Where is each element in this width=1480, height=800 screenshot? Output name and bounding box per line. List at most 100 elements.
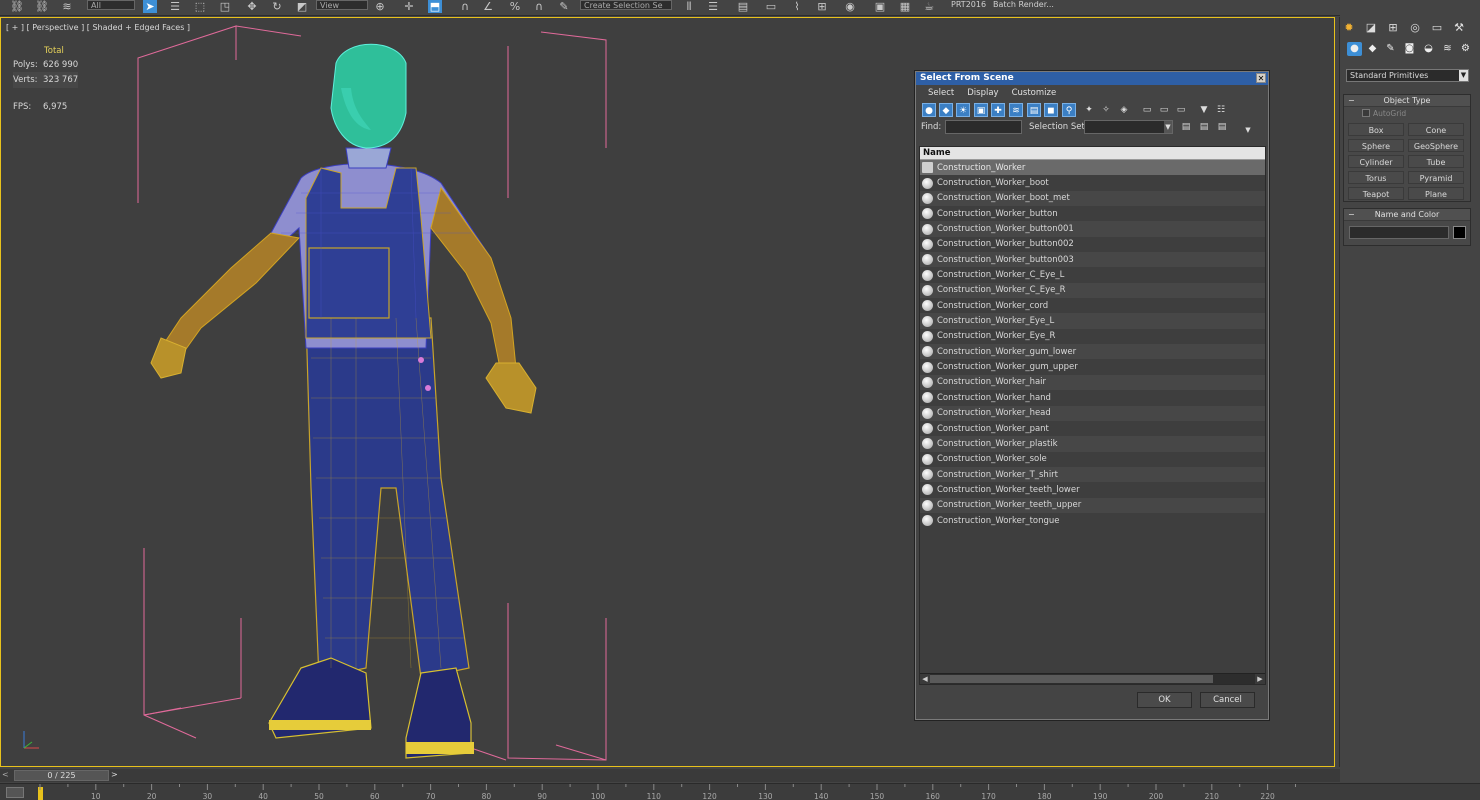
cone-button[interactable]: Cone [1408,123,1464,136]
list-item[interactable]: Construction_Worker_C_Eye_L [920,267,1265,282]
keyboard-shortcut-override-icon[interactable]: ⬒ [428,0,442,13]
helpers-category-icon[interactable]: ◒ [1421,42,1436,56]
tube-button[interactable]: Tube [1408,155,1464,168]
modify-tab-icon[interactable]: ◪ [1364,21,1378,35]
list-item[interactable]: Construction_Worker_teeth_upper [920,497,1265,513]
display-helpers-icon[interactable]: ✚ [991,103,1005,117]
list-item[interactable]: Construction_Worker_boot_met [920,190,1265,207]
object-name-field[interactable] [1349,226,1449,239]
torus-button[interactable]: Torus [1348,171,1404,184]
scroll-left-icon[interactable]: ◀ [920,674,930,684]
name-and-color-header[interactable]: − Name and Color [1344,209,1470,221]
track-bar[interactable]: 10 20 30 40 50 60 70 80 90 100 110 120 130 140 150 160 1… [0,783,1340,800]
list-item[interactable]: Construction_Worker_T_shirt [920,466,1265,483]
list-item[interactable]: Construction_Worker_teeth_lower [920,482,1265,497]
display-containers-icon[interactable]: ✦ [1082,103,1096,117]
display-cameras-icon[interactable]: ▣ [974,103,988,117]
viewport-label[interactable]: [ + ] [ Perspective ] [ Shaded + Edged F… [6,23,190,32]
create-selection-set-icon[interactable]: ▤ [1179,120,1193,134]
list-item[interactable]: Construction_Worker_C_Eye_R [920,282,1265,299]
list-item[interactable]: Construction_Worker_button [920,206,1265,221]
mirror-icon[interactable]: ⫴ [682,0,696,13]
viewport-menu-plus[interactable]: [ + ] [6,23,24,32]
rectangular-selection-icon[interactable]: ⬚ [193,0,207,13]
geometry-category-icon[interactable]: ● [1347,42,1362,56]
display-tab-icon[interactable]: ▭ [1430,21,1444,35]
display-xrefs-icon[interactable]: ◼ [1044,103,1058,117]
list-item[interactable]: Construction_Worker_button002 [920,237,1265,252]
list-item[interactable]: Construction_Worker [920,160,1265,176]
teapot-button[interactable]: Teapot [1348,187,1404,200]
plane-button[interactable]: Plane [1408,187,1464,200]
list-item[interactable]: Construction_Worker_tongue [920,513,1265,528]
reference-coordinate-combo[interactable]: View [316,0,368,10]
batch-render-label[interactable]: Batch Render... [993,0,1054,10]
cancel-button[interactable]: Cancel [1200,692,1255,708]
render-setup-icon[interactable]: ▣ [873,0,887,13]
bind-space-warp-icon[interactable]: ≋ [60,0,74,13]
lights-category-icon[interactable]: ✎ [1383,42,1398,56]
display-hidden-icon[interactable]: ◈ [1117,103,1131,117]
scene-object-list[interactable]: Name Construction_Worker Construction_Wo… [919,146,1266,685]
add-to-selection-set-icon[interactable]: ▤ [1197,120,1211,134]
render-preset-label[interactable]: PRT2016 [951,0,986,10]
time-slider-thumb[interactable]: 0 / 225 [14,770,109,781]
rendered-frame-window-icon[interactable]: ▦ [898,0,912,13]
align-icon[interactable]: ☰ [706,0,720,13]
selection-set-combo[interactable]: ▼ [1084,120,1173,134]
curve-editor-icon[interactable]: ⌇ [790,0,804,13]
list-item[interactable]: Construction_Worker_gum_upper [920,359,1265,374]
display-shapes-icon[interactable]: ◆ [939,103,953,117]
cameras-category-icon[interactable]: ◙ [1402,42,1417,56]
previous-frame-arrow[interactable]: < [2,770,12,780]
scrollbar-thumb[interactable] [930,675,1213,683]
column-header-name[interactable]: Name [920,147,1265,160]
edit-named-selection-icon[interactable]: ✎ [557,0,571,13]
viewport-point-of-view[interactable]: [ Perspective ] [27,23,85,32]
close-icon[interactable]: ✕ [1256,73,1266,83]
percent-snap-icon[interactable]: % [508,0,522,13]
display-space-warps-icon[interactable]: ≋ [1009,103,1023,117]
create-tab-icon[interactable]: ✹ [1342,21,1356,35]
display-frozen-icon[interactable]: ✧ [1099,103,1113,117]
primitive-category-combo[interactable]: Standard Primitives ▼ [1346,69,1469,82]
snaps-toggle-icon[interactable]: ∩ [458,0,472,13]
collapse-icon[interactable]: − [1348,209,1355,221]
toggle-ribbon-icon[interactable]: ▭ [764,0,778,13]
find-input[interactable] [945,120,1022,134]
list-item[interactable]: Construction_Worker_Eye_R [920,329,1265,344]
scroll-right-icon[interactable]: ▶ [1255,674,1265,684]
sphere-button[interactable]: Sphere [1348,139,1404,152]
collapse-icon[interactable]: − [1348,95,1355,107]
horizontal-scrollbar[interactable]: ◀ ▶ [920,673,1265,684]
list-item[interactable]: Construction_Worker_plastik [920,436,1265,452]
list-item[interactable]: Construction_Worker_button003 [920,252,1265,268]
space-warps-category-icon[interactable]: ≋ [1440,42,1455,56]
selection-filter-combo[interactable]: All [87,0,135,10]
select-by-name-icon[interactable]: ☰ [168,0,182,13]
named-selection-set-combo[interactable]: Create Selection Se [580,0,672,10]
systems-category-icon[interactable]: ⚙ [1458,42,1473,56]
options-dropdown-icon[interactable]: ▼ [1241,123,1255,137]
filter-icon[interactable]: ▼ [1197,103,1211,117]
list-item[interactable]: Construction_Worker_head [920,405,1265,421]
list-item[interactable]: Construction_Worker_gum_lower [920,344,1265,360]
geosphere-button[interactable]: GeoSphere [1408,139,1464,152]
pivot-center-icon[interactable]: ⊕ [373,0,387,13]
list-item[interactable]: Construction_Worker_Eye_L [920,313,1265,329]
display-bones-icon[interactable]: ⚲ [1062,103,1076,117]
select-manipulate-icon[interactable]: ✛ [402,0,416,13]
utilities-tab-icon[interactable]: ⚒ [1452,21,1466,35]
list-item[interactable]: Construction_Worker_hair [920,374,1265,391]
schematic-view-icon[interactable]: ⊞ [815,0,829,13]
display-lights-icon[interactable]: ☀ [956,103,970,117]
menu-customize[interactable]: Customize [1012,85,1057,101]
select-all-icon[interactable]: ▭ [1140,103,1154,117]
cylinder-button[interactable]: Cylinder [1348,155,1404,168]
chevron-down-icon[interactable]: ▼ [1459,70,1468,81]
time-slider[interactable]: < 0 / 225 > [0,769,1340,782]
list-item[interactable]: Construction_Worker_hand [920,390,1265,405]
object-type-header[interactable]: − Object Type [1344,95,1470,107]
list-item[interactable]: Construction_Worker_boot [920,175,1265,190]
spinner-snap-icon[interactable]: ∩ [532,0,546,13]
